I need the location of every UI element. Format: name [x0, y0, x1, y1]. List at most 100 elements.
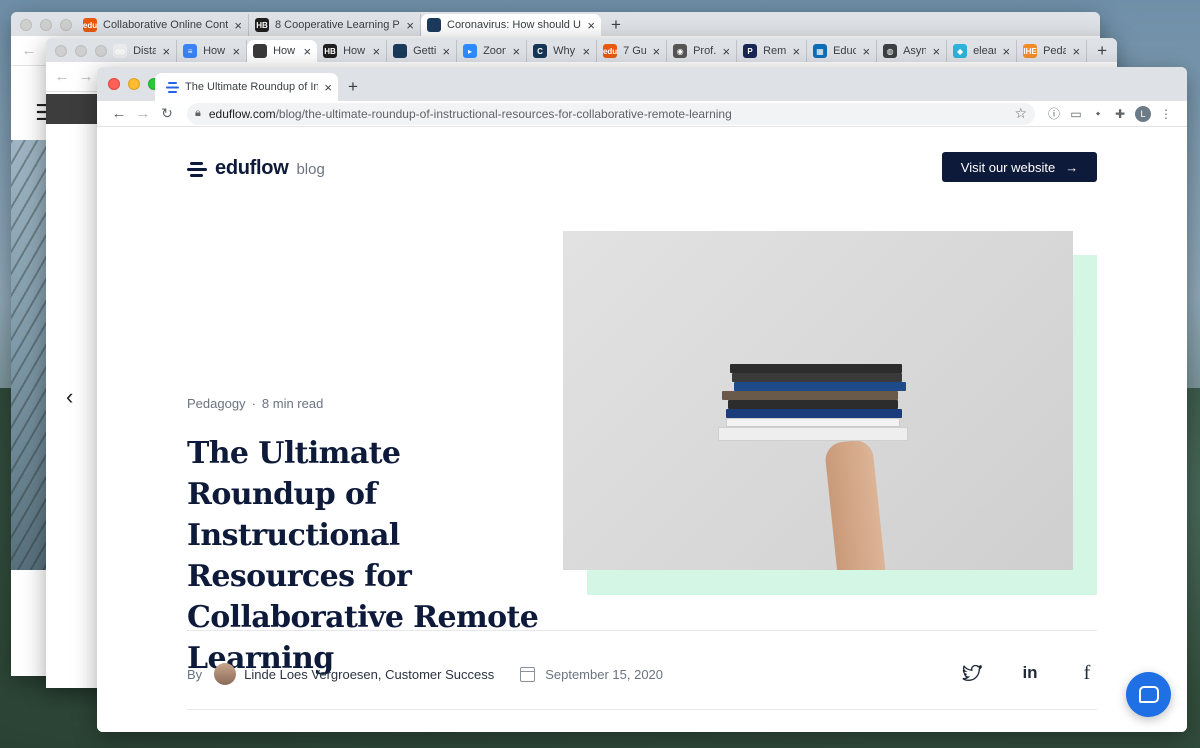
visit-website-button[interactable]: Visit our website → [942, 152, 1097, 182]
tab-strip: The Ultimate Roundup of Instr × + [97, 67, 1187, 101]
lock-icon[interactable]: 🔒︎ [195, 107, 201, 120]
calendar-icon [520, 666, 536, 682]
tab-favicon-icon: oo [113, 44, 128, 58]
close-tab-icon[interactable]: × [587, 18, 595, 33]
linkedin-icon[interactable]: in [1018, 661, 1042, 685]
tab-13[interactable]: IHE Peda × [1017, 40, 1088, 62]
reload-icon[interactable]: ↻ [155, 105, 179, 122]
close-tab-icon[interactable]: × [512, 44, 520, 59]
tab-5[interactable]: ▸ Zoon × [457, 40, 528, 62]
tab-6[interactable]: C Why × [527, 40, 598, 62]
tab-0[interactable]: oo Dista × [107, 40, 178, 62]
close-tab-icon[interactable]: × [862, 44, 870, 59]
tab-1[interactable]: ≡ How × [177, 40, 248, 62]
close-tab-icon[interactable]: × [372, 44, 380, 59]
new-tab-button[interactable]: + [1087, 40, 1117, 62]
brand-logo[interactable]: eduflow blog [187, 157, 325, 180]
tab-favicon-icon: P [743, 44, 758, 58]
post-meta: Pedagogy · 8 min read [187, 396, 323, 411]
bookmark-star-icon[interactable]: ☆ [1014, 105, 1027, 122]
eduflow-logo-icon [187, 160, 207, 178]
twitter-icon[interactable] [960, 661, 984, 685]
close-tab-icon[interactable]: × [722, 44, 730, 59]
tab-0[interactable]: edu Collaborative Online Continuing × [77, 14, 249, 36]
close-tab-icon[interactable]: × [234, 18, 242, 33]
extension-pin-icon[interactable]: ⬩ [1087, 106, 1109, 121]
tab-3[interactable]: HB How × [317, 40, 388, 62]
tab-10[interactable]: ▦ Educ × [807, 40, 878, 62]
divider-top [187, 630, 1097, 631]
tab-11[interactable]: ◍ Asyn × [877, 40, 948, 62]
forward-icon[interactable]: → [74, 68, 98, 85]
close-tab-icon[interactable]: × [1072, 44, 1080, 59]
tab-active[interactable]: The Ultimate Roundup of Instr × [155, 73, 338, 101]
brand-sub: blog [296, 161, 325, 178]
background-photo [11, 140, 47, 570]
close-tab-icon[interactable]: × [406, 18, 414, 33]
profile-avatar[interactable]: L [1135, 105, 1151, 122]
cta-label: Visit our website [960, 159, 1056, 175]
tab-8[interactable]: ◉ Prof. × [667, 40, 738, 62]
browser-window-front[interactable]: The Ultimate Roundup of Instr × + ← → ↻ … [97, 67, 1187, 732]
tab-12[interactable]: ◆ elear × [947, 40, 1018, 62]
close-tab-icon[interactable]: × [582, 44, 590, 59]
chat-icon [1138, 686, 1159, 703]
new-tab-button[interactable]: + [338, 73, 368, 101]
tab-favicon-icon: ≡ [183, 44, 198, 58]
close-tab-icon[interactable]: × [652, 44, 660, 59]
tab-9[interactable]: P Rem × [737, 40, 808, 62]
post-title: The Ultimate Roundup of Instructional Re… [187, 436, 539, 676]
chat-widget-button[interactable] [1126, 672, 1171, 717]
back-icon[interactable]: ← [107, 105, 131, 122]
tab-label: 7 Gu [623, 45, 647, 57]
author-name[interactable]: Linde Loes Vergroesen, Customer Success [244, 667, 494, 682]
divider-bottom [187, 709, 1097, 710]
tab-label: Getti [413, 45, 437, 57]
close-tab-icon[interactable]: × [1002, 44, 1010, 59]
tab-label: Peda [1043, 45, 1067, 57]
chevron-left-icon[interactable]: ‹ [66, 384, 73, 410]
tab-2[interactable]: Coronavirus: How should US h × [421, 14, 601, 36]
extensions-puzzle-icon[interactable]: ✚ [1109, 107, 1131, 121]
extension-info-icon[interactable]: ⓘ [1043, 105, 1065, 122]
address-bar[interactable]: 🔒︎ eduflow.com/blog/the-ultimate-roundup… [187, 102, 1035, 125]
minimize-window-button[interactable] [128, 78, 140, 90]
extension-folder-icon[interactable]: ▭ [1065, 107, 1087, 121]
tab-label: Zoon [483, 45, 507, 57]
tab-7[interactable]: edu 7 Gu × [597, 40, 668, 62]
tab-favicon-icon: ◉ [673, 44, 688, 58]
tab-1[interactable]: HB 8 Cooperative Learning Practic × [249, 14, 421, 36]
tab-label: Educ [833, 45, 857, 57]
tab-label: Dista [133, 45, 157, 57]
close-window-button[interactable] [108, 78, 120, 90]
tab-favicon-icon: edu [603, 44, 617, 58]
back-icon[interactable]: ← [17, 42, 41, 59]
tab-4[interactable]: Getti × [387, 40, 458, 62]
tab-label: Coronavirus: How should US h [447, 19, 581, 31]
tab-strip: oo Dista × ≡ How × How × HB How × Getti × ▸ Zoon × C Why ×… [46, 38, 1117, 62]
close-tab-icon[interactable]: × [932, 44, 940, 59]
tab-label: Why [553, 45, 576, 57]
window-controls[interactable] [108, 78, 160, 90]
tab-2[interactable]: How × [247, 40, 318, 62]
facebook-icon[interactable]: f [1075, 661, 1099, 685]
window-controls[interactable] [55, 45, 107, 57]
close-tab-icon[interactable]: × [792, 44, 800, 59]
read-time: 8 min read [261, 396, 324, 411]
category-link[interactable]: Pedagogy [187, 396, 246, 411]
eduflow-favicon-icon [165, 80, 179, 94]
tab-favicon-icon: HB [255, 18, 269, 32]
close-tab-icon[interactable]: × [162, 44, 170, 59]
close-tab-icon[interactable]: × [442, 44, 450, 59]
back-icon[interactable]: ← [50, 68, 74, 85]
publish-date: September 15, 2020 [545, 666, 664, 682]
close-tab-icon[interactable]: × [324, 80, 332, 95]
forward-icon[interactable]: → [131, 105, 155, 122]
new-tab-button[interactable]: + [601, 14, 631, 36]
close-tab-icon[interactable]: × [303, 44, 311, 59]
tab-label: How [203, 45, 226, 57]
window-controls[interactable] [20, 19, 72, 31]
browser-menu-icon[interactable]: ⋮ [1155, 107, 1177, 121]
page-content: eduflow blog Visit our website → Pedagog… [97, 127, 1187, 732]
close-tab-icon[interactable]: × [232, 44, 240, 59]
